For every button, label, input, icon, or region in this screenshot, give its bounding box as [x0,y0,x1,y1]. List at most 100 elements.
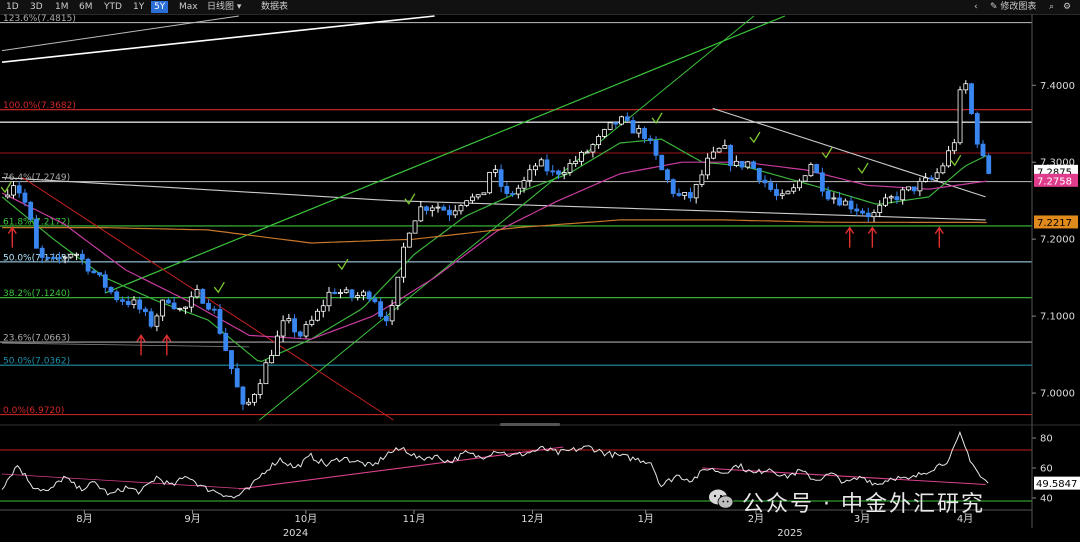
candle-body [441,206,447,211]
candle-body [68,253,74,258]
data-table-button[interactable]: 数据表 [258,1,291,13]
candle-body [194,289,200,298]
last-price-label: 7.2758 [1037,176,1072,187]
range-button-ytd[interactable]: YTD [101,1,125,13]
up-arrow-icon [934,226,944,248]
moving-average-line [2,219,987,244]
candle-body [607,122,613,130]
y-tick-label: 7.1000 [1040,312,1075,323]
candle-body [797,180,802,189]
candle-body [940,165,946,174]
candle-body [670,179,676,194]
candle-body [114,291,120,301]
chart-type-dropdown[interactable]: 日线图 ▾ [204,1,244,13]
candle-body [865,212,871,218]
candle-body [946,150,951,167]
candle-body [303,324,309,337]
candle-body [561,172,567,175]
candle-body [246,401,252,405]
candle-body [682,192,688,196]
candle-body [309,319,315,325]
rsi-y-tick-label: 60 [1040,464,1053,475]
panel-resize-handle [500,423,560,426]
main-price-panel: 123.6%(7.4815)100.0%(7.3682)76.4%(7.2749… [0,14,1032,421]
fib-level-label: 0.0%(6.9720) [3,406,64,416]
candle-body [906,186,911,191]
trend-line [104,15,786,294]
candle-body [395,276,401,306]
candle-body [751,161,756,169]
candle-body [785,190,791,195]
chevron-left-icon[interactable]: ‹ [974,1,978,13]
candle-body [79,253,85,260]
candle-body [51,257,57,259]
candle-body [808,164,814,177]
candle-body [928,177,934,180]
candle-body [447,209,452,216]
candle-body [11,185,16,196]
candle-body [217,309,223,334]
candle-body [315,310,320,321]
candle-body [888,196,894,199]
candle-body [274,335,280,356]
candle-body [917,180,923,192]
candle-body [642,128,647,140]
candle-body [969,83,974,114]
candle-body [137,299,143,310]
edit-chart-button[interactable]: ✎ 修改图表 [990,1,1036,13]
candle-body [211,308,217,311]
candle-body [871,212,877,218]
range-button-6m[interactable]: 6M [76,1,96,13]
search-icon[interactable]: ⌕ [1049,1,1054,13]
chevron-down-icon: ▾ [236,2,242,12]
pencil-icon: ✎ [990,2,998,12]
candle-body [710,151,716,159]
candle-body [762,179,768,184]
candle-body [911,186,917,192]
candle-body [756,167,762,181]
candle-body [355,295,361,298]
range-button-1m[interactable]: 1M [52,1,72,13]
candle-body [659,154,665,171]
candle-body [320,305,326,312]
candle-body [223,333,229,351]
fib-level-label: 123.6%(7.4815) [3,14,76,24]
candle-body [56,257,62,260]
rsi-trend-line [238,446,564,490]
range-button-max[interactable]: Max [176,1,201,13]
candle-body [361,291,366,297]
candle-body [188,296,194,308]
candle-body [263,362,269,385]
candle-body [521,180,527,189]
candle-body [389,304,395,322]
chart-type-label: 日线图 [207,2,235,12]
check-mark-icon [749,131,761,144]
range-button-3d[interactable]: 3D [27,1,46,13]
gear-icon[interactable]: ⚙ [1063,1,1071,13]
candle-body [693,184,699,199]
candle-body [286,318,292,322]
candle-body [894,196,900,201]
y-tick-label: 7.0000 [1040,389,1075,400]
candle-body [458,205,464,212]
candle-body [22,192,28,203]
candle-body [366,291,372,300]
candle-body [739,160,745,168]
candle-body [980,143,986,157]
range-button-5y[interactable]: 5Y [151,1,169,13]
candle-body [848,200,854,210]
candle-body [470,196,475,202]
candle-body [510,193,515,195]
candle-body [200,289,206,304]
candle-body [487,172,493,194]
candle-body [338,292,343,294]
range-button-1d[interactable]: 1D [3,1,22,13]
check-mark-icon [950,154,962,167]
range-button-1y[interactable]: 1Y [130,1,147,13]
check-mark-icon [337,258,349,271]
candle-body [601,129,607,137]
candle-body [429,207,435,211]
candle-body [630,120,636,134]
fib-level-label: 50.0%(7.0362) [3,357,70,367]
trend-line [22,177,394,421]
